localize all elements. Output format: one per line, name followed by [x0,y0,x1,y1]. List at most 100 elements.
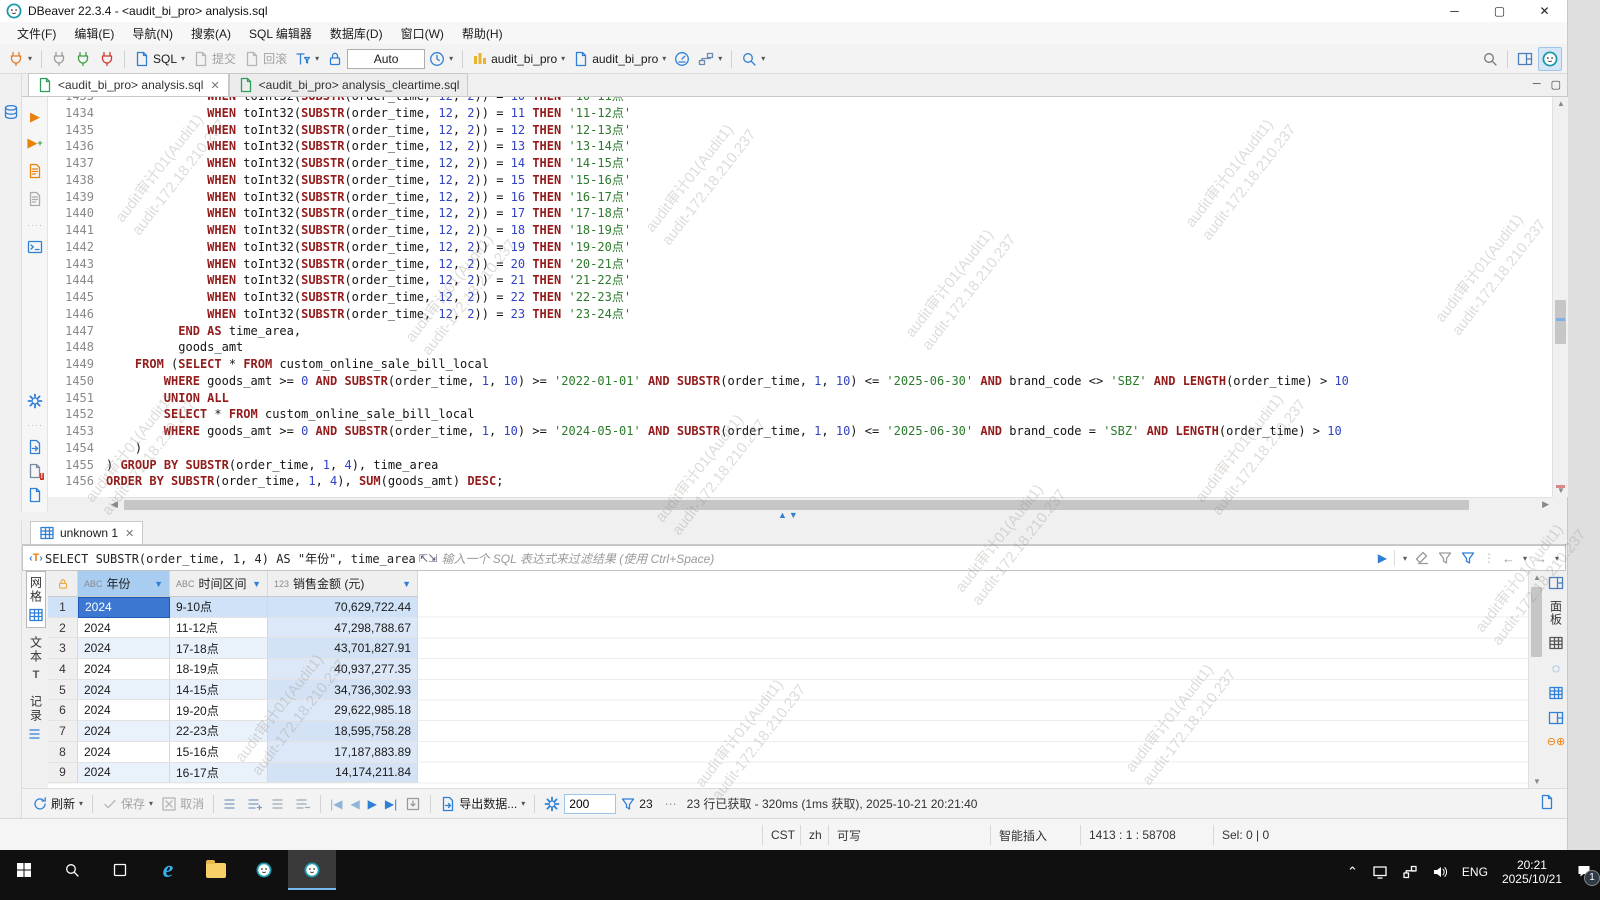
table-cell[interactable]: 18,595,758.28 [268,721,418,742]
table-cell[interactable]: 2024 [78,742,170,763]
fetch-size-input[interactable] [564,794,616,814]
scrollbar-thumb[interactable] [1531,587,1542,657]
table-cell[interactable]: 2024 [78,597,170,618]
transaction-log-button[interactable]: ▾ [292,48,322,70]
open-console-button[interactable] [27,239,43,255]
database-combo[interactable]: audit_bi_pro▾ [469,48,568,70]
history-forward-icon[interactable]: → [1534,551,1547,566]
sql-editor-button[interactable]: SQL▾ [131,48,188,70]
table-row[interactable]: 5202414-15点34,736,302.93 [48,680,418,701]
table-cell[interactable]: 2024 [78,638,170,659]
execute-new-tab-button[interactable]: ▶+ [27,135,43,151]
table-cell[interactable]: 47,298,788.67 [268,618,418,639]
code-line[interactable]: WHEN toInt32(SUBSTR(order_time, 12, 2)) … [106,272,1552,289]
scroll-right-icon[interactable]: ▶ [1542,499,1549,510]
table-row[interactable]: 6202419-20点29,622,985.18 [48,700,418,721]
dashboard-button[interactable] [671,48,693,70]
apply-filter-icon[interactable]: ▶ [1378,551,1387,565]
menu-item[interactable]: 窗口(W) [392,22,453,45]
tray-clock[interactable]: 20:21 2025/10/21 [1502,858,1562,886]
edit-cell-button[interactable] [220,793,242,815]
forward-menu-icon[interactable]: ▾ [1555,554,1559,563]
table-row[interactable]: 120249-10点70,629,722.44 [48,597,418,618]
next-page-button[interactable]: ▶ [365,794,380,814]
aggregate-icons[interactable]: ⊖⊕ [1547,735,1565,748]
code-line[interactable]: SELECT * FROM custom_online_sale_bill_lo… [106,406,1552,423]
tray-network-icon[interactable] [1402,864,1418,880]
table-cell[interactable]: 15-16点 [170,742,268,763]
reconnect-button[interactable] [72,48,94,70]
history-back-icon[interactable]: ← [1502,551,1515,566]
action-center-button[interactable]: 1 [1576,863,1592,882]
table-row[interactable]: 8202415-16点17,187,883.89 [48,742,418,763]
grid-vertical-scrollbar[interactable]: ▲ ▼ [1528,571,1543,788]
column-menu-icon[interactable]: ▼ [402,579,411,589]
scroll-down-icon[interactable]: ▼ [1529,777,1545,786]
code-line[interactable]: ) [106,440,1552,457]
grid-settings-button[interactable] [541,793,563,815]
minimize-view-icon[interactable]: ─ [1533,78,1541,91]
calc-panel-icon[interactable] [1548,635,1564,651]
last-page-button[interactable]: ▶| [382,794,400,814]
table-cell[interactable]: 9-10点 [170,597,268,618]
abort-connection-button[interactable] [96,48,118,70]
dbeaver-taskbar-button-active[interactable] [288,850,336,890]
maximize-view-icon[interactable]: ▢ [1551,78,1561,91]
code-line[interactable]: WHEN toInt32(SUBSTR(order_time, 12, 2)) … [106,256,1552,273]
overflow-icon[interactable]: ⋯ [665,797,677,811]
copy-result-icon[interactable] [1539,794,1555,810]
table-row[interactable]: 2202411-12点47,298,788.67 [48,618,418,639]
value-viewer-icon[interactable]: ◌ [1552,660,1560,676]
export-data-button[interactable]: 导出数据...▾ [437,792,528,815]
validate-script-button[interactable]: ! [27,463,43,479]
code-line[interactable]: ORDER BY SUBSTR(order_time, 1, 4), SUM(g… [106,473,1552,490]
tray-expand-icon[interactable]: ⌃ [1347,864,1358,880]
tray-device-icon[interactable] [1372,864,1388,880]
table-cell[interactable]: 19-20点 [170,700,268,721]
menu-item[interactable]: SQL 编辑器 [240,22,321,45]
results-view-tab-1[interactable]: 网格 [26,571,46,628]
tray-volume-icon[interactable] [1432,864,1448,880]
internet-explorer-button[interactable]: e [144,850,192,890]
code-line[interactable]: goods_amt [106,339,1552,356]
table-cell[interactable]: 29,622,985.18 [268,700,418,721]
code-line[interactable]: WHEN toInt32(SUBSTR(order_time, 12, 2)) … [106,172,1552,189]
menu-item[interactable]: 帮助(H) [453,22,512,45]
remove-filter-icon[interactable] [1437,550,1453,566]
menu-item[interactable]: 文件(F) [8,22,65,45]
close-tab-icon[interactable]: ✕ [210,79,219,92]
table-cell[interactable]: 17,187,883.89 [268,742,418,763]
panel-label[interactable]: 面板 [1548,600,1565,626]
column-header-2[interactable]: ABC时间区间▼ [170,571,268,597]
column-menu-icon[interactable]: ▼ [252,579,261,589]
code-line[interactable]: WHERE goods_amt >= 0 AND SUBSTR(order_ti… [106,423,1552,440]
duplicate-row-button[interactable] [268,793,290,815]
table-cell[interactable]: 11-12点 [170,618,268,639]
column-header-1[interactable]: ABC年份▼ [78,571,170,597]
table-cell[interactable]: 2024 [78,721,170,742]
column-menu-icon[interactable]: ▼ [154,579,163,589]
table-cell[interactable]: 40,937,277.35 [268,659,418,680]
custom-filter-icon[interactable] [1460,550,1476,566]
schema-combo[interactable]: audit_bi_pro▾ [570,48,669,70]
explain-plan-button[interactable] [27,191,43,207]
file-explorer-button[interactable] [192,850,240,890]
menu-item[interactable]: 编辑(E) [65,22,123,45]
tx-history-button[interactable]: ▾ [426,48,456,70]
disconnect-button[interactable] [48,48,70,70]
result-grid[interactable]: ABC年份▼ABC时间区间▼123销售金额 (元)▼120249-10点70,6… [48,571,1528,788]
execution-plan-button[interactable]: ▾ [695,48,725,70]
rollback-button[interactable]: 回滚 [241,47,290,70]
code-line[interactable]: ) GROUP BY SUBSTR(order_time, 1, 4), tim… [106,457,1552,474]
expand-filter-icon[interactable]: ⇱⇲ [419,552,437,565]
task-view-button[interactable] [96,850,144,890]
scrollbar-thumb[interactable] [1555,300,1566,344]
results-view-tab-3[interactable]: 记录 [26,691,46,746]
first-page-button[interactable]: |◀ [327,794,345,814]
scroll-up-icon[interactable]: ▲ [1553,99,1569,108]
menu-item[interactable]: 搜索(A) [182,22,240,45]
panel-icon[interactable] [1548,575,1564,591]
code-line[interactable]: WHEN toInt32(SUBSTR(order_time, 12, 2)) … [106,122,1552,139]
code-area[interactable]: WHEN toInt32(SUBSTR(order_time, 12, 2)) … [106,97,1552,497]
table-cell[interactable]: 2024 [78,618,170,639]
